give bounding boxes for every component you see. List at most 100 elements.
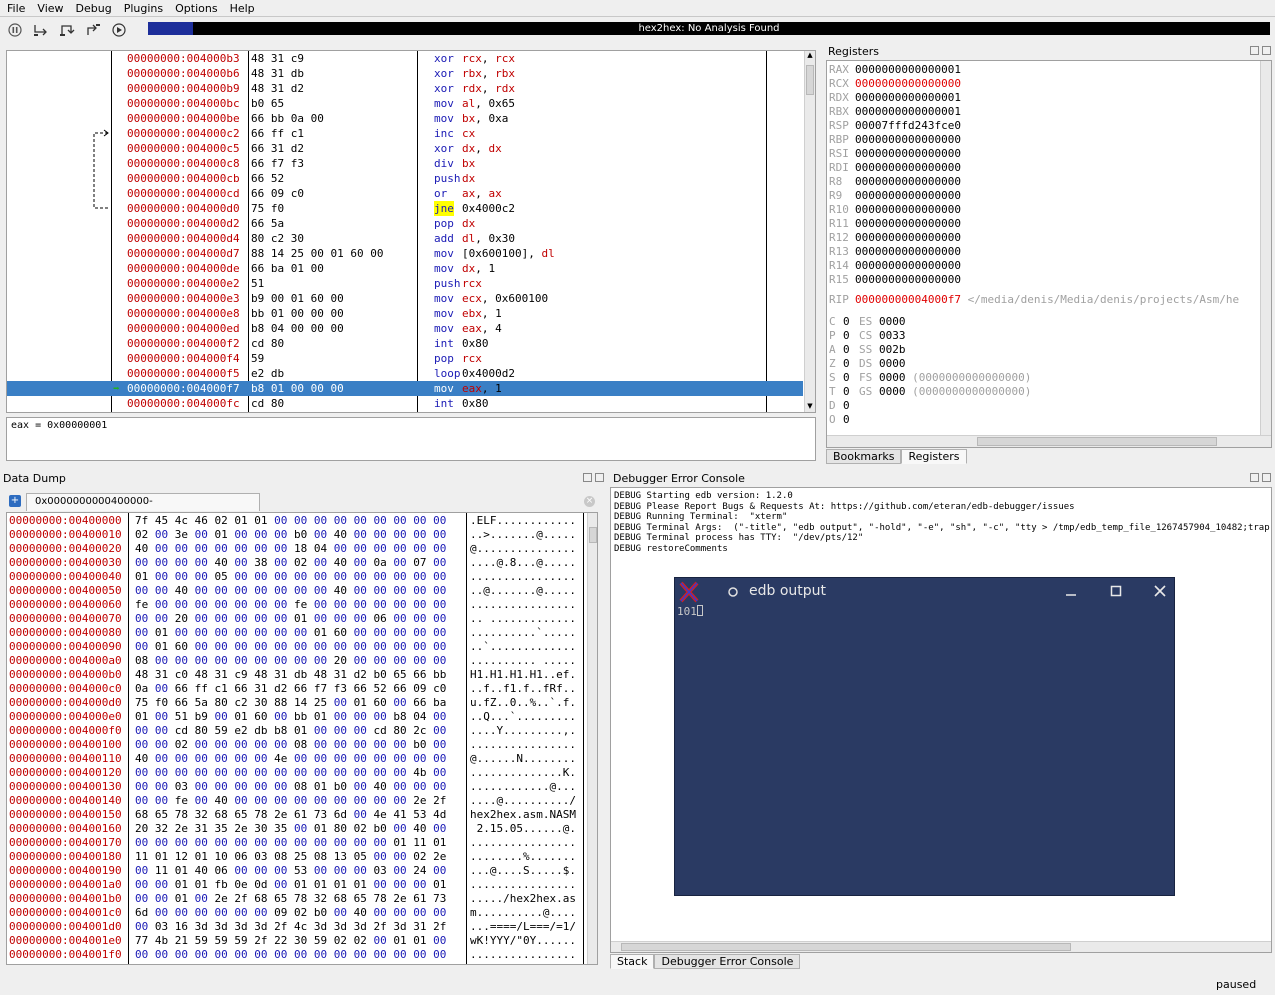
hex-byte[interactable]: 3d: [234, 920, 247, 933]
dump-ascii[interactable]: ....Y.........,.: [470, 724, 576, 738]
close-panel-icon[interactable]: [1262, 473, 1271, 482]
hex-byte[interactable]: 01: [314, 878, 327, 891]
hex-byte[interactable]: 0a: [135, 682, 148, 695]
hex-byte[interactable]: 66: [175, 682, 188, 695]
disasm-row[interactable]: 00000000:004000bc b0 65 mov al, 0x65: [7, 96, 803, 111]
hex-byte[interactable]: 31: [274, 668, 287, 681]
hex-byte[interactable]: 00: [215, 584, 228, 597]
dump-ascii[interactable]: wK!YYY/"0Y......: [470, 934, 576, 948]
disasm-row[interactable]: 00000000:004000de 66 ba 01 00 mov dx, 1: [7, 261, 803, 276]
hex-byte[interactable]: 00: [413, 948, 426, 961]
hex-byte[interactable]: 48: [254, 668, 267, 681]
hex-byte[interactable]: 31: [334, 668, 347, 681]
hex-byte[interactable]: 01: [234, 710, 247, 723]
hex-byte[interactable]: 3d: [254, 920, 267, 933]
hex-byte[interactable]: 00: [215, 836, 228, 849]
hex-byte[interactable]: 00: [334, 724, 347, 737]
hex-byte[interactable]: 00: [433, 934, 446, 947]
hex-byte[interactable]: 01: [175, 892, 188, 905]
hex-byte[interactable]: 00: [354, 724, 367, 737]
disasm-row[interactable]: 00000000:004000fc cd 80 int 0x80: [7, 396, 803, 411]
hex-byte[interactable]: 59: [314, 934, 327, 947]
flag-value[interactable]: 0: [843, 357, 859, 371]
hex-byte[interactable]: 00: [155, 654, 168, 667]
disasm-row[interactable]: 00000000:004000d2 66 5a pop dx: [7, 216, 803, 231]
hex-byte[interactable]: 00: [254, 948, 267, 961]
hex-byte[interactable]: 00: [354, 794, 367, 807]
hex-byte[interactable]: 61: [294, 808, 307, 821]
hex-byte[interactable]: 00: [254, 794, 267, 807]
edb-output-window[interactable]: edb output 101: [674, 577, 1175, 896]
hex-byte[interactable]: 00: [175, 836, 188, 849]
hex-byte[interactable]: 78: [294, 892, 307, 905]
hex-byte[interactable]: 00: [354, 836, 367, 849]
dump-hex-bytes[interactable]: 00 00 cd 80 59 e2 db b8 01 00 00 00 cd 8…: [135, 724, 446, 738]
hex-byte[interactable]: 00: [393, 570, 406, 583]
hex-byte[interactable]: 00: [393, 654, 406, 667]
hex-byte[interactable]: 22: [274, 934, 287, 947]
hex-byte[interactable]: 78: [254, 808, 267, 821]
register-row[interactable]: R11 0000000000000000: [829, 217, 961, 231]
hex-byte[interactable]: 00: [413, 654, 426, 667]
dump-ascii[interactable]: @...............: [470, 542, 576, 556]
dump-ascii[interactable]: ..`.............: [470, 640, 576, 654]
hex-byte[interactable]: 00: [215, 640, 228, 653]
dump-hex-bytes[interactable]: 01 00 51 b9 00 01 60 00 bb 01 00 00 00 b…: [135, 710, 446, 724]
dump-hex-bytes[interactable]: 00 00 40 00 00 00 00 00 00 00 40 00 00 0…: [135, 584, 446, 598]
hex-byte[interactable]: 2e: [413, 794, 426, 807]
hex-byte[interactable]: 00: [195, 528, 208, 541]
hex-byte[interactable]: 00: [234, 864, 247, 877]
hex-byte[interactable]: 00: [274, 836, 287, 849]
hex-byte[interactable]: 00: [135, 794, 148, 807]
hex-byte[interactable]: 00: [175, 626, 188, 639]
hex-byte[interactable]: 2f: [254, 934, 267, 947]
dump-hex-bytes[interactable]: 77 4b 21 59 59 59 2f 22 30 59 02 02 00 0…: [135, 934, 446, 948]
hex-byte[interactable]: 00: [195, 794, 208, 807]
hex-byte[interactable]: 00: [413, 528, 426, 541]
hex-byte[interactable]: 00: [374, 948, 387, 961]
hex-byte[interactable]: 00: [274, 626, 287, 639]
dump-hex-bytes[interactable]: fe 00 00 00 00 00 00 00 fe 00 00 00 00 0…: [135, 598, 446, 612]
hex-byte[interactable]: 00: [175, 766, 188, 779]
hex-byte[interactable]: 00: [215, 654, 228, 667]
hex-byte[interactable]: 00: [314, 794, 327, 807]
hex-byte[interactable]: 00: [314, 584, 327, 597]
hex-byte[interactable]: 2e: [234, 822, 247, 835]
tab-bookmarks[interactable]: Bookmarks: [826, 449, 902, 464]
hex-byte[interactable]: 2f: [433, 794, 446, 807]
hex-byte[interactable]: 00: [374, 710, 387, 723]
hex-byte[interactable]: 00: [413, 752, 426, 765]
hex-byte[interactable]: 00: [215, 598, 228, 611]
register-row[interactable]: RDI 0000000000000000: [829, 161, 961, 175]
hex-byte[interactable]: 00: [393, 528, 406, 541]
hex-byte[interactable]: 40: [334, 528, 347, 541]
step-out-icon[interactable]: [82, 19, 104, 41]
dump-ascii[interactable]: ..f..f1.f..fRf..: [470, 682, 576, 696]
register-value[interactable]: 0000000000000000: [855, 147, 961, 160]
dump-ascii[interactable]: 2.15.05......@.: [470, 822, 576, 836]
hex-byte[interactable]: 41: [393, 808, 406, 821]
flag-value[interactable]: 0: [843, 385, 859, 399]
hex-byte[interactable]: 00: [135, 878, 148, 891]
hex-byte[interactable]: 00: [234, 836, 247, 849]
hex-byte[interactable]: 04: [413, 710, 426, 723]
flag-row[interactable]: O0: [829, 413, 859, 427]
dump-ascii[interactable]: hex2hex.asm.NASM: [470, 808, 576, 822]
hex-byte[interactable]: 00: [374, 906, 387, 919]
hex-byte[interactable]: 00: [354, 654, 367, 667]
hex-byte[interactable]: 00: [433, 542, 446, 555]
hex-byte[interactable]: 00: [234, 626, 247, 639]
terminal-output[interactable]: 101: [677, 605, 703, 618]
hex-byte[interactable]: 40: [135, 752, 148, 765]
hex-byte[interactable]: 00: [274, 766, 287, 779]
hex-byte[interactable]: db: [254, 724, 267, 737]
hex-byte[interactable]: 00: [215, 626, 228, 639]
hex-byte[interactable]: 48: [314, 668, 327, 681]
hex-byte[interactable]: 66: [294, 682, 307, 695]
register-row[interactable]: R12 0000000000000000: [829, 231, 961, 245]
hex-byte[interactable]: 00: [215, 948, 228, 961]
hex-byte[interactable]: 40: [354, 906, 367, 919]
hex-byte[interactable]: 2e: [175, 822, 188, 835]
hex-byte[interactable]: 00: [254, 654, 267, 667]
hex-byte[interactable]: 11: [413, 836, 426, 849]
